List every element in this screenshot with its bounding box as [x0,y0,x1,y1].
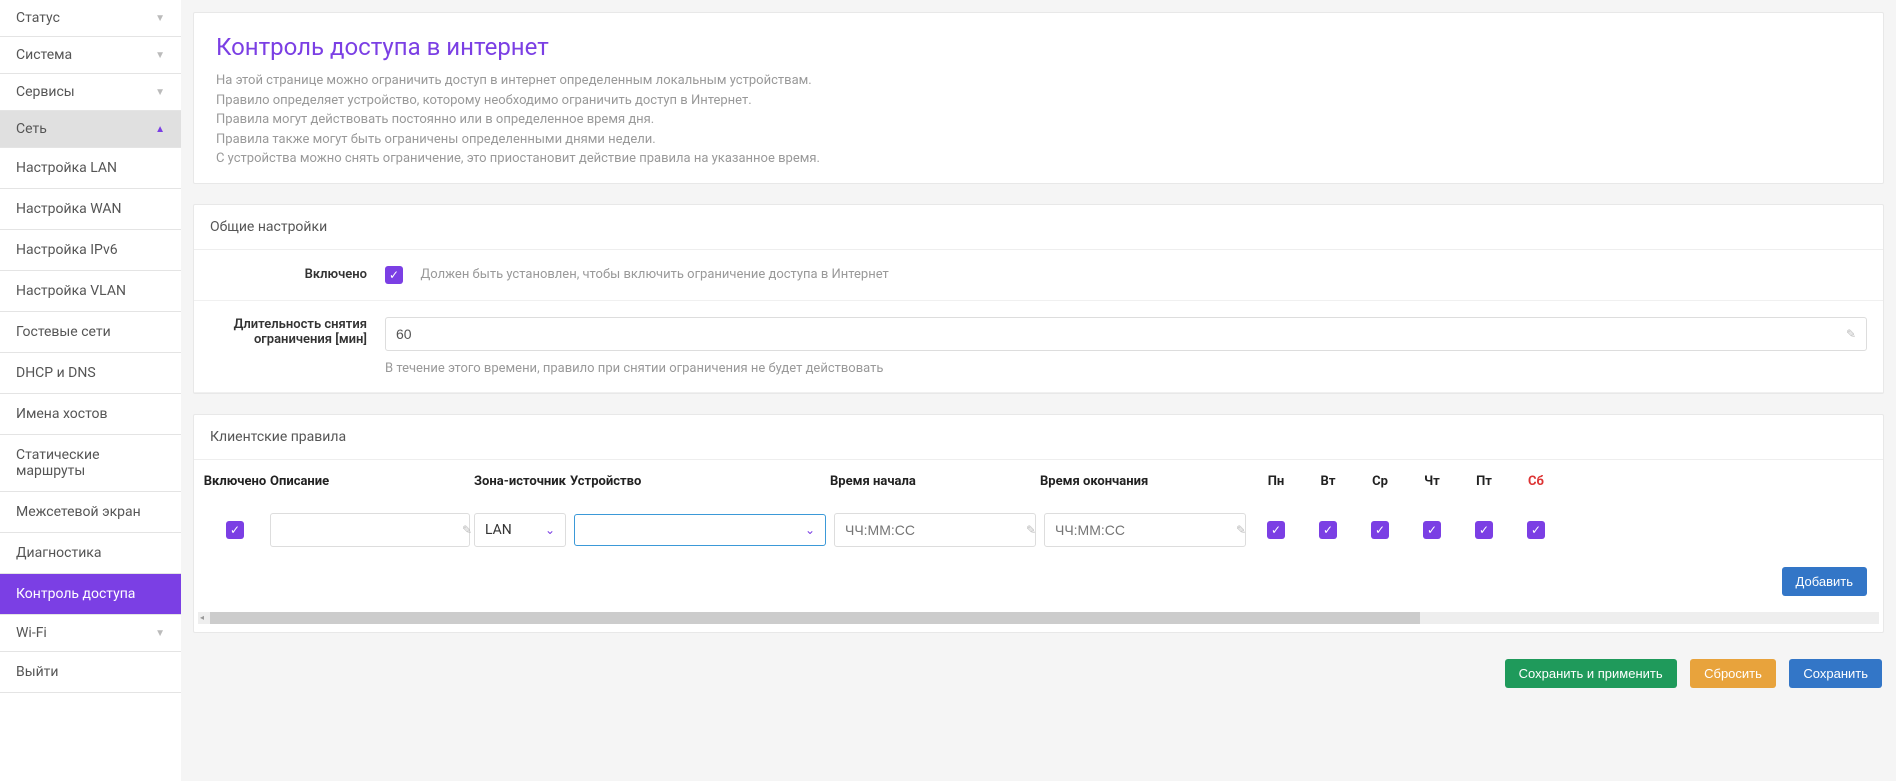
general-section-title: Общие настройки [194,205,1883,250]
duration-hint: В течение этого времени, правило при сня… [385,361,1867,376]
chevron-down-icon: ▼ [155,628,165,639]
enabled-hint: Должен быть установлен, чтобы включить о… [420,267,888,282]
client-rules-card: Клиентские правила Включено Описание Зон… [193,414,1884,633]
menu-network[interactable]: Сеть ▲ [0,111,181,148]
enabled-label: Включено [210,267,385,282]
general-settings-card: Общие настройки Включено ✓ Должен быть у… [193,204,1884,394]
rule-end-wrap: ✎ [1044,513,1246,547]
col-device: Устройство [570,474,830,489]
sidebar-item-lan[interactable]: Настройка LAN [0,148,181,189]
rule-start-wrap: ✎ [834,513,1036,547]
sidebar: Статус ▼ Система ▼ Сервисы ▼ Сеть ▲ Настройк… [0,0,181,781]
menu-label: Система [16,47,72,63]
chevron-down-icon: ▼ [155,50,165,61]
sidebar-item-hostnames[interactable]: Имена хостов [0,394,181,435]
reset-button[interactable]: Сбросить [1690,659,1776,688]
main-content: Контроль доступа в интернет На этой стра… [181,0,1896,781]
pencil-icon[interactable]: ✎ [1026,523,1036,537]
col-description: Описание [270,474,470,489]
menu-label: Статус [16,10,60,26]
save-button[interactable]: Сохранить [1789,659,1882,688]
col-thu: Чт [1406,474,1458,489]
page-title: Контроль доступа в интернет [216,33,1861,61]
chevron-down-icon: ⌄ [805,523,815,537]
menu-system[interactable]: Система ▼ [0,37,181,74]
duration-label: Длительность снятия ограничения [мин] [210,317,385,347]
sidebar-item-access-control[interactable]: Контроль доступа [0,574,181,615]
col-zone: Зона-источник [470,474,570,489]
day-mon-checkbox[interactable]: ✓ [1267,521,1285,539]
day-sat-checkbox[interactable]: ✓ [1527,521,1545,539]
sidebar-item-diagnostics[interactable]: Диагностика [0,533,181,574]
day-wed-checkbox[interactable]: ✓ [1371,521,1389,539]
zone-value: LAN [485,522,512,538]
chevron-down-icon: ▼ [155,13,165,24]
pencil-icon[interactable]: ✎ [1846,327,1856,341]
sidebar-item-guest[interactable]: Гостевые сети [0,312,181,353]
col-enabled: Включено [200,474,270,489]
menu-label: Wi-Fi [16,625,47,641]
rule-zone-select[interactable]: LAN ⌄ [474,513,566,547]
rules-header-row: Включено Описание Зона-источник Устройст… [194,460,1883,503]
chevron-down-icon: ⌄ [545,523,555,537]
rule-row: ✓ ✎ LAN ⌄ [194,503,1883,557]
sidebar-item-wan[interactable]: Настройка WAN [0,189,181,230]
sidebar-item-ipv6[interactable]: Настройка IPv6 [0,230,181,271]
day-fri-checkbox[interactable]: ✓ [1475,521,1493,539]
day-thu-checkbox[interactable]: ✓ [1423,521,1441,539]
scrollbar-thumb[interactable] [210,612,1420,624]
rules-section-title: Клиентские правила [194,415,1883,460]
page-actions: Сохранить и применить Сбросить Сохранить [193,653,1884,708]
page-description: На этой странице можно ограничить доступ… [216,71,1861,169]
menu-label: Сервисы [16,84,75,100]
menu-services[interactable]: Сервисы ▼ [0,74,181,111]
sidebar-item-vlan[interactable]: Настройка VLAN [0,271,181,312]
menu-wifi[interactable]: Wi-Fi ▼ [0,615,181,652]
duration-input[interactable] [396,326,1846,342]
pencil-icon[interactable]: ✎ [1236,523,1246,537]
rule-device-select[interactable]: ⌄ [574,514,826,546]
sidebar-item-static-routes[interactable]: Статические маршруты [0,435,181,492]
col-mon: Пн [1250,474,1302,489]
rule-desc-wrap: ✎ [270,513,470,547]
page-header-card: Контроль доступа в интернет На этой стра… [193,12,1884,184]
enabled-checkbox[interactable]: ✓ [385,266,403,284]
save-apply-button[interactable]: Сохранить и применить [1505,659,1677,688]
col-start-time: Время начала [830,474,1040,489]
rule-description-input[interactable] [281,522,462,538]
horizontal-scrollbar[interactable] [198,612,1879,624]
chevron-down-icon: ▼ [155,87,165,98]
add-rule-button[interactable]: Добавить [1782,567,1867,596]
sidebar-item-firewall[interactable]: Межсетевой экран [0,492,181,533]
duration-input-wrap: ✎ [385,317,1867,351]
chevron-up-icon: ▲ [155,124,165,135]
sidebar-item-dhcp-dns[interactable]: DHCP и DNS [0,353,181,394]
day-tue-checkbox[interactable]: ✓ [1319,521,1337,539]
rule-enabled-checkbox[interactable]: ✓ [226,521,244,539]
col-fri: Пт [1458,474,1510,489]
rule-end-time-input[interactable] [1055,522,1236,538]
rule-start-time-input[interactable] [845,522,1026,538]
menu-label: Сеть [16,121,47,137]
col-end-time: Время окончания [1040,474,1250,489]
col-tue: Вт [1302,474,1354,489]
sidebar-item-logout[interactable]: Выйти [0,652,181,693]
col-wed: Ср [1354,474,1406,489]
col-sat: Сб [1510,474,1562,489]
menu-status[interactable]: Статус ▼ [0,0,181,37]
